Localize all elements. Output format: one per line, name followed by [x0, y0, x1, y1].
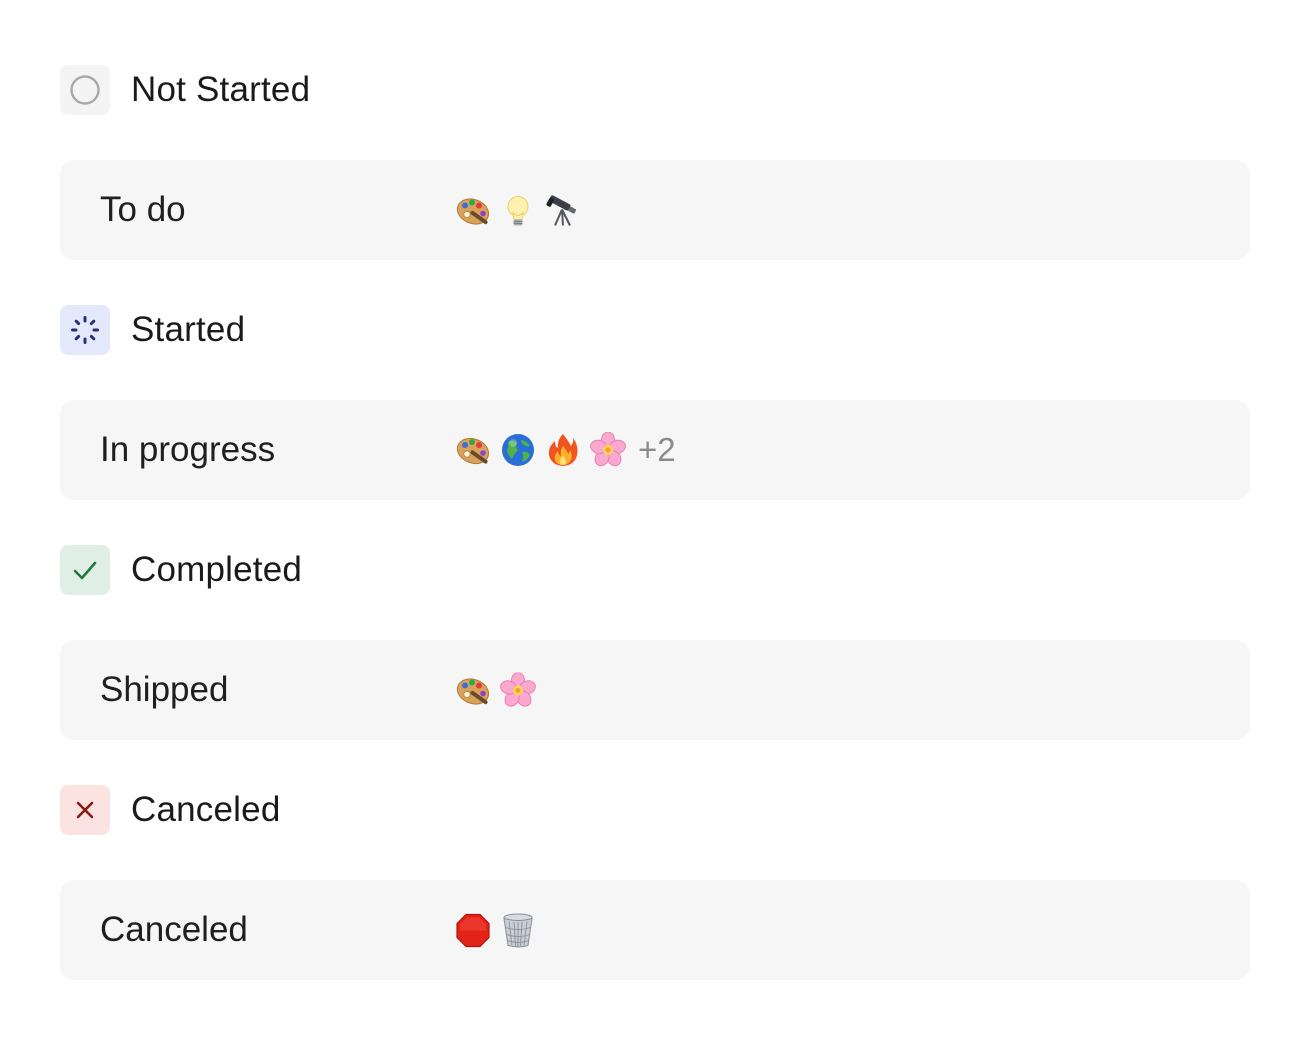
x-icon: [60, 785, 110, 835]
emoji-list: +2: [454, 431, 676, 469]
light-bulb-emoji: [499, 192, 536, 229]
palette-emoji: [454, 192, 491, 229]
emoji-list: [454, 672, 536, 709]
row-label: Shipped: [100, 670, 229, 709]
stop-sign-emoji: [454, 912, 491, 949]
group-title: Canceled: [131, 790, 281, 829]
group-header-not-started[interactable]: Not Started: [60, 65, 310, 115]
group-title: Not Started: [131, 70, 311, 109]
row-label: In progress: [100, 430, 276, 469]
row-label: Canceled: [100, 910, 248, 949]
wastebasket-emoji: [499, 912, 536, 949]
fire-emoji: [544, 432, 581, 469]
group-title: Completed: [131, 550, 303, 589]
palette-emoji: [454, 432, 491, 469]
globe-emoji: [499, 432, 536, 469]
emoji-list: [454, 912, 536, 949]
row-label: To do: [100, 190, 186, 229]
checkmark-icon: [60, 545, 110, 595]
cherry-blossom-emoji: [589, 432, 626, 469]
group-header-started[interactable]: Started: [60, 305, 245, 355]
status-row-to-do[interactable]: To do: [60, 160, 1250, 260]
group-title: Started: [131, 310, 246, 349]
more-emojis-count[interactable]: +2: [638, 431, 676, 469]
spinner-icon: [60, 305, 110, 355]
group-header-completed[interactable]: Completed: [60, 545, 302, 595]
status-row-shipped[interactable]: Shipped: [60, 640, 1250, 740]
palette-emoji: [454, 672, 491, 709]
emoji-list: [454, 192, 581, 229]
empty-circle-icon: [60, 65, 110, 115]
status-row-canceled[interactable]: Canceled: [60, 880, 1250, 980]
telescope-emoji: [544, 192, 581, 229]
status-row-in-progress[interactable]: In progress +2: [60, 400, 1250, 500]
status-list: Not Started To do Started In progress +2…: [0, 0, 1311, 1040]
cherry-blossom-emoji: [499, 672, 536, 709]
group-header-canceled[interactable]: Canceled: [60, 785, 280, 835]
